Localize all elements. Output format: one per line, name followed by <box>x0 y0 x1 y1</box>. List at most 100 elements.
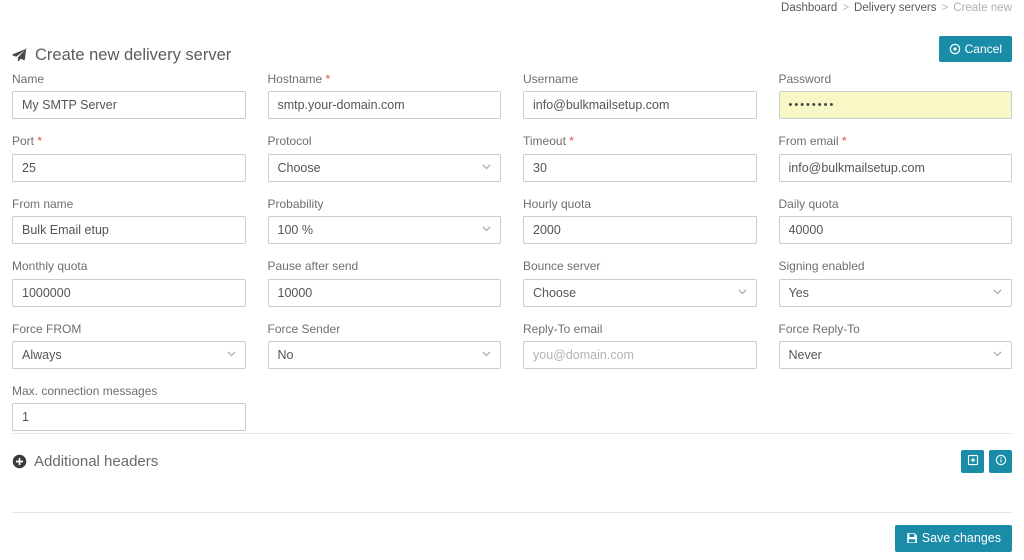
field-label: Bounce server <box>523 259 601 274</box>
text-input[interactable] <box>778 91 1012 120</box>
select-wrapper: Choose <box>267 153 501 182</box>
text-input[interactable] <box>267 91 501 120</box>
breadcrumb-item-dashboard[interactable]: Dashboard <box>781 2 837 14</box>
additional-headers-title[interactable]: Additional headers <box>12 454 158 469</box>
form-footer: Save changes <box>12 524 1012 552</box>
select-wrapper: No <box>267 340 501 369</box>
additional-headers-label: Additional headers <box>34 452 159 470</box>
form-field: Timeout * <box>523 134 757 182</box>
add-header-button[interactable] <box>961 449 984 473</box>
cancel-button[interactable]: Cancel <box>938 36 1012 62</box>
field-label: Hourly quota <box>523 196 592 211</box>
field-label: From email * <box>778 134 847 149</box>
select-input[interactable]: Choose <box>267 153 501 182</box>
field-label: Force Reply-To <box>778 321 860 336</box>
form-field: Signing enabled Yes <box>778 259 1012 307</box>
field-label: Name <box>12 72 45 86</box>
breadcrumb-item-create-new: Create new <box>953 2 1012 14</box>
text-input[interactable] <box>12 216 246 245</box>
field-label: Signing enabled <box>778 259 865 274</box>
text-input[interactable] <box>267 278 501 307</box>
select-wrapper: Choose <box>523 278 757 307</box>
field-label: Force FROM <box>12 321 82 336</box>
form-field: Max. connection messages <box>12 383 246 432</box>
ban-circle-icon <box>949 43 961 55</box>
breadcrumb: Dashboard > Delivery servers > Create ne… <box>781 2 1012 14</box>
form-field: Port * <box>12 134 246 182</box>
text-input[interactable] <box>523 216 757 245</box>
form-field: Hostname * <box>267 72 501 120</box>
form-field: Password <box>778 72 1012 120</box>
text-input[interactable] <box>523 153 757 182</box>
field-label: Reply-To email <box>523 321 603 336</box>
section-divider-top <box>12 433 1012 434</box>
text-input[interactable] <box>778 153 1012 182</box>
additional-headers-actions <box>961 449 1012 473</box>
required-marker: * <box>838 134 847 149</box>
breadcrumb-item-delivery-servers[interactable]: Delivery servers <box>854 2 936 14</box>
form-field: Bounce server Choose <box>523 259 757 307</box>
field-label: From name <box>12 196 74 211</box>
form-field: Force FROM Always <box>12 322 246 369</box>
text-input[interactable] <box>778 216 1012 245</box>
form-field: Force Sender No <box>267 321 501 369</box>
form-field: From email * <box>778 134 1012 182</box>
select-input[interactable]: Always <box>12 340 246 369</box>
field-label: Password <box>778 72 832 86</box>
select-input[interactable]: 100 % <box>267 216 501 245</box>
form-field: Daily quota <box>778 196 1012 245</box>
text-input[interactable] <box>12 278 246 307</box>
breadcrumb-separator: > <box>842 2 850 14</box>
text-input[interactable] <box>12 403 246 432</box>
save-changes-button[interactable]: Save changes <box>894 524 1012 552</box>
page-title: Create new delivery server <box>12 47 1012 64</box>
required-marker: * <box>322 72 331 86</box>
field-label: Timeout * <box>523 134 574 149</box>
form-field: Force Reply-To Never <box>778 321 1012 369</box>
save-changes-label: Save changes <box>921 531 1001 545</box>
select-wrapper: Always <box>12 340 246 369</box>
text-input[interactable] <box>523 91 757 120</box>
create-delivery-server-page: Dashboard > Delivery servers > Create ne… <box>0 0 1024 560</box>
form-field: Username <box>523 72 757 120</box>
text-input[interactable] <box>12 153 246 182</box>
plus-square-icon <box>967 454 979 469</box>
field-label: Hostname * <box>267 72 331 86</box>
form-field: Pause after send <box>267 259 501 307</box>
field-label: Monthly quota <box>12 259 88 274</box>
required-marker: * <box>34 134 43 149</box>
floppy-save-icon <box>906 532 918 544</box>
field-label: Max. connection messages <box>12 383 158 398</box>
required-marker: * <box>565 134 574 149</box>
form-field: Probability 100 % <box>267 196 501 245</box>
info-circle-icon <box>995 454 1007 469</box>
field-label: Probability <box>267 196 324 211</box>
cancel-button-label: Cancel <box>964 42 1002 56</box>
form-field: Protocol Choose <box>267 134 501 182</box>
field-label: Protocol <box>267 134 312 149</box>
delivery-server-form: Name Hostname * Username Password Port * Prot… <box>12 72 1012 446</box>
page-title-text: Create new delivery server <box>35 46 232 65</box>
select-input[interactable]: Choose <box>523 278 757 307</box>
select-input[interactable]: Never <box>778 340 1012 369</box>
header-info-button[interactable] <box>989 449 1012 473</box>
field-label: Pause after send <box>267 259 359 274</box>
form-field: From name <box>12 196 246 245</box>
form-field: Name <box>12 72 246 120</box>
form-field: Monthly quota <box>12 259 246 307</box>
form-field: Reply-To email <box>523 322 757 369</box>
page-header: Create new delivery server Cancel <box>12 36 1012 66</box>
field-label: Force Sender <box>267 321 341 336</box>
select-wrapper: 100 % <box>267 216 501 245</box>
form-field: Hourly quota <box>523 196 757 245</box>
select-wrapper: Never <box>778 340 1012 369</box>
field-label: Daily quota <box>778 196 839 211</box>
section-divider-bottom <box>12 512 1012 513</box>
additional-headers-section: Additional headers <box>12 448 1012 474</box>
text-input[interactable] <box>523 340 757 369</box>
select-input[interactable]: Yes <box>778 278 1012 307</box>
select-input[interactable]: No <box>267 340 501 369</box>
breadcrumb-separator: > <box>941 2 949 14</box>
text-input[interactable] <box>12 91 246 120</box>
select-wrapper: Yes <box>778 278 1012 307</box>
